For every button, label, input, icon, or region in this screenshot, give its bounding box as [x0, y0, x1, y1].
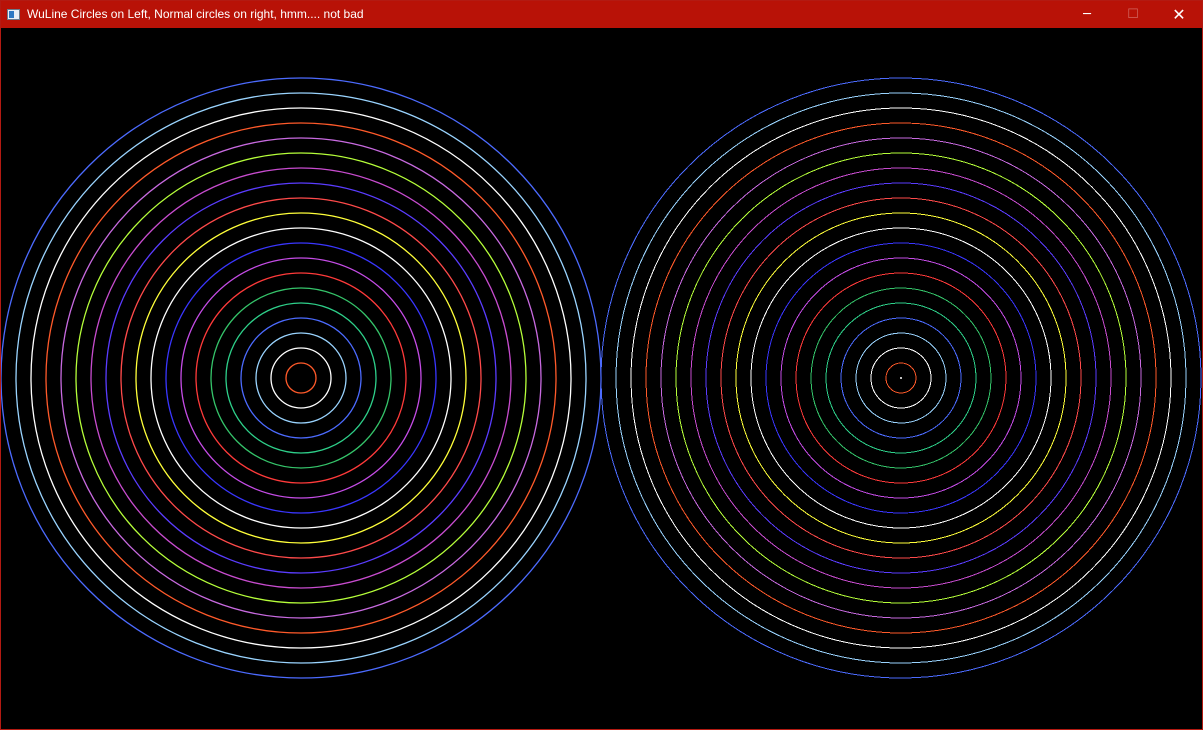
right-normal-circles	[600, 77, 1202, 679]
left-wuline-ring	[45, 122, 557, 634]
left-wuline-ring	[270, 347, 332, 409]
left-wuline-ring	[120, 197, 482, 559]
close-button[interactable]: ✕	[1156, 1, 1202, 28]
left-wuline-ring	[165, 242, 437, 514]
left-wuline-ring	[240, 317, 362, 439]
drawing-canvas	[1, 28, 1202, 728]
left-wuline-ring	[210, 287, 392, 469]
app-window: WuLine Circles on Left, Normal circles o…	[0, 0, 1203, 730]
left-wuline-ring	[75, 152, 527, 604]
left-wuline-ring	[180, 257, 422, 499]
title-bar[interactable]: WuLine Circles on Left, Normal circles o…	[1, 1, 1202, 28]
left-wuline-ring	[30, 107, 572, 649]
maximize-button[interactable]: ☐	[1110, 1, 1156, 28]
left-wuline-circles	[1, 77, 602, 679]
left-wuline-ring	[195, 272, 407, 484]
left-wuline-ring	[255, 332, 347, 424]
left-wuline-ring	[90, 167, 512, 589]
left-wuline-ring	[285, 362, 317, 394]
left-wuline-ring	[225, 302, 377, 454]
left-wuline-ring	[135, 212, 467, 544]
left-wuline-ring	[15, 92, 587, 664]
app-window-icon[interactable]	[7, 9, 20, 20]
left-wuline-ring	[60, 137, 542, 619]
concentric-circles	[1, 77, 1202, 679]
minimize-button[interactable]: ─	[1064, 1, 1110, 28]
left-wuline-ring	[105, 182, 497, 574]
center-dot	[900, 377, 902, 379]
window-title: WuLine Circles on Left, Normal circles o…	[27, 7, 364, 21]
